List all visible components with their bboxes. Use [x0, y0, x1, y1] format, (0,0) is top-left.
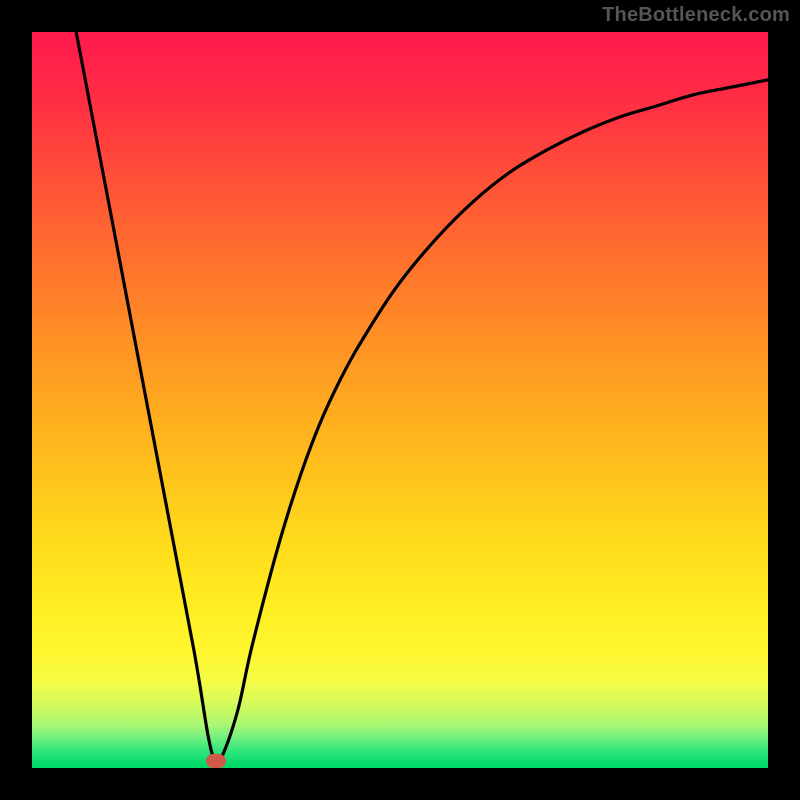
plot-area [32, 32, 768, 768]
chart-frame: TheBottleneck.com [0, 0, 800, 800]
attribution-text: TheBottleneck.com [602, 4, 790, 27]
bottleneck-curve [32, 32, 768, 768]
optimal-point-marker [206, 754, 226, 768]
